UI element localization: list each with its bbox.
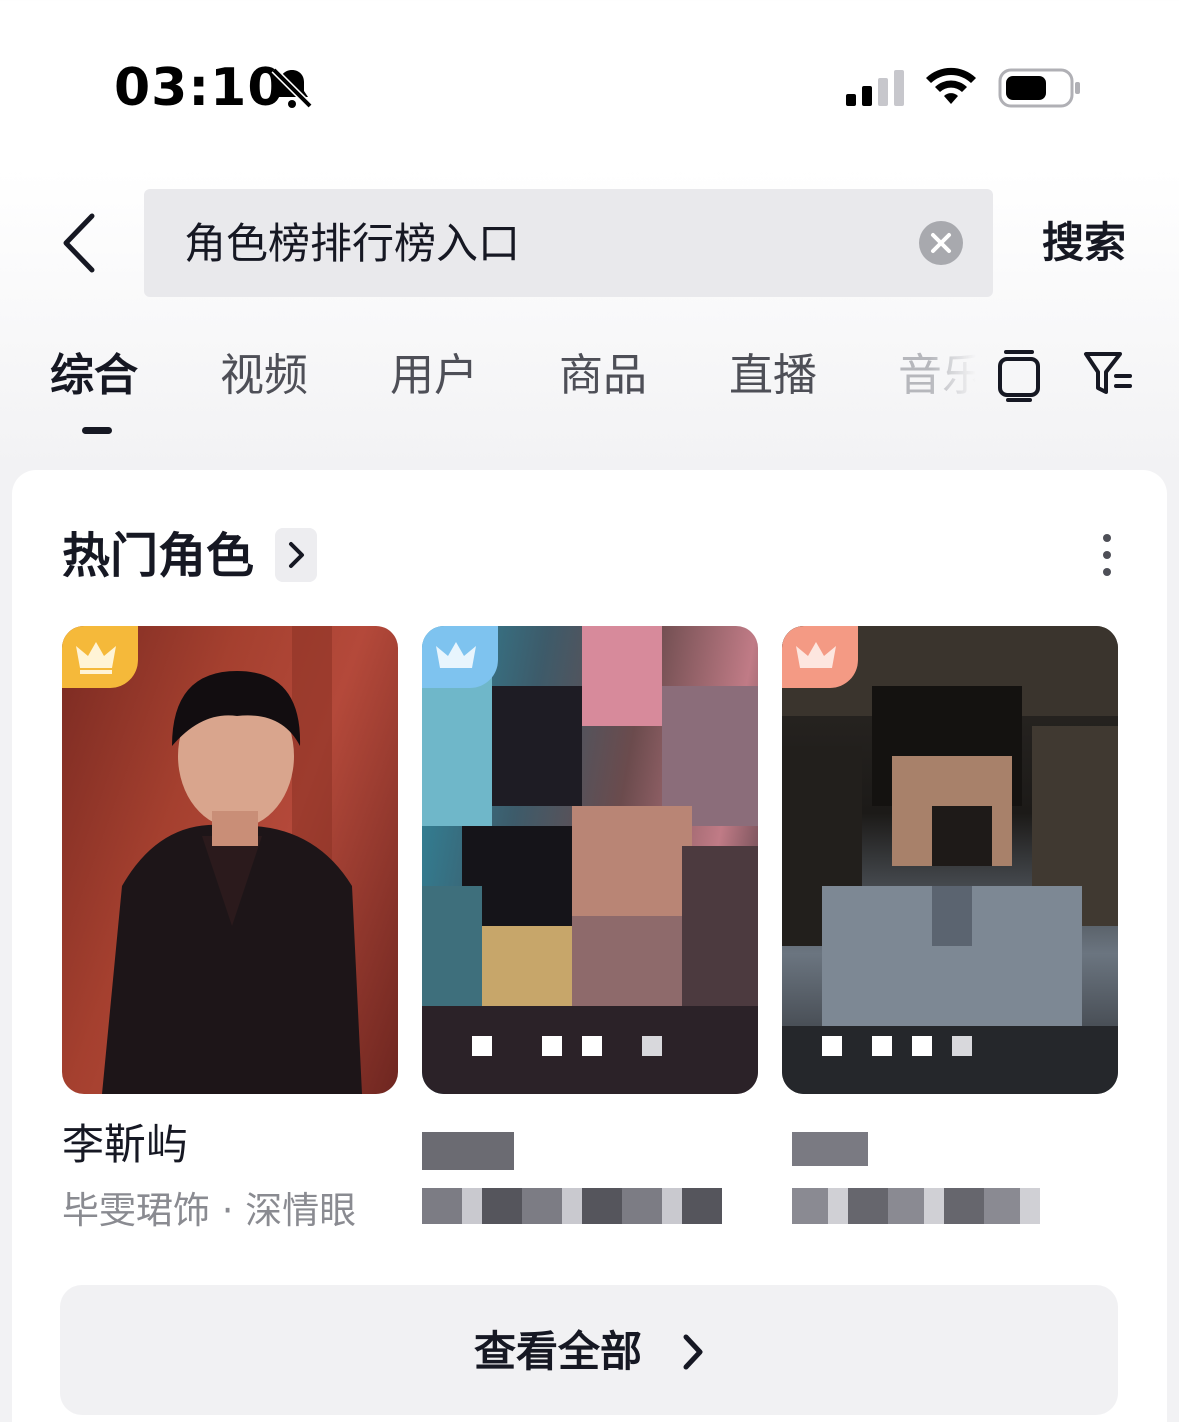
search-input[interactable]: 角色榜排行榜入口 [144, 189, 993, 297]
view-all-label: 查看全部 [474, 1327, 643, 1376]
tab-products[interactable]: 商品 [559, 350, 647, 402]
character-name: 李靳屿 [62, 1120, 189, 1169]
character-subtitle: 毕雯珺饰 · 深情眼 [62, 1189, 357, 1232]
filter-icon[interactable] [1082, 348, 1134, 400]
more-options-icon[interactable] [1090, 530, 1124, 580]
pixelated-image [422, 626, 758, 1094]
blurred-name [792, 1132, 868, 1166]
back-arrow-icon[interactable] [48, 208, 118, 278]
tab-music[interactable]: 音乐 [898, 350, 976, 402]
search-query-text[interactable]: 角色榜排行榜入口 [184, 219, 520, 269]
view-all-button[interactable]: 查看全部 [60, 1285, 1118, 1415]
blurred-subtitle [792, 1188, 1040, 1224]
bell-off-icon [271, 67, 313, 109]
gold-crown-icon [62, 626, 138, 688]
tablet-icon[interactable] [996, 348, 1042, 404]
hot-characters-card: 热门角色 李靳屿 毕雯珺饰 · 深情眼 查看全部 [12, 470, 1167, 1422]
tab-comprehensive[interactable]: 综合 [50, 350, 138, 402]
tab-users[interactable]: 用户 [390, 350, 478, 402]
tab-live[interactable]: 直播 [729, 350, 817, 402]
signal-icon [846, 70, 904, 106]
status-bar: 03:10 [0, 0, 1179, 170]
silver-crown-icon [422, 626, 498, 688]
search-button[interactable]: 搜索 [1042, 218, 1126, 268]
character-card[interactable] [782, 626, 1118, 1224]
tab-video[interactable]: 视频 [220, 350, 308, 402]
character-card[interactable] [422, 626, 758, 1224]
character-photo[interactable] [62, 626, 398, 1094]
pixelated-image [782, 626, 1118, 1094]
wifi-icon [926, 67, 976, 104]
clear-icon[interactable] [918, 220, 964, 266]
bronze-crown-icon [782, 626, 858, 688]
blurred-subtitle [422, 1188, 722, 1224]
portrait-illustration [102, 626, 362, 1094]
chevron-right-icon[interactable] [275, 528, 317, 582]
character-photo[interactable] [422, 626, 758, 1094]
battery-icon [998, 68, 1080, 108]
chevron-right-icon [683, 1334, 703, 1370]
active-tab-indicator [82, 427, 112, 434]
character-photo[interactable] [782, 626, 1118, 1094]
blurred-name [422, 1132, 514, 1170]
section-title: 热门角色 [62, 528, 255, 584]
character-card[interactable]: 李靳屿 毕雯珺饰 · 深情眼 [62, 626, 398, 1232]
status-time: 03:10 [114, 58, 285, 118]
